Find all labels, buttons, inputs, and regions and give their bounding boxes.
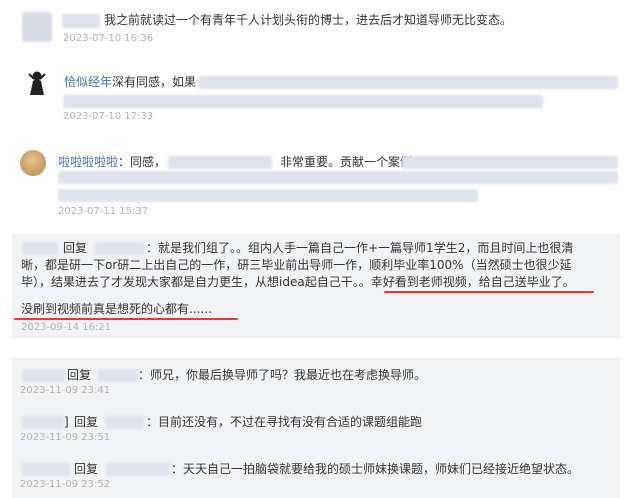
reply-text: ：天天自己一拍脑袋就要给我的硕士师妹换课题，师妹们已经接近绝望状态。 bbox=[171, 462, 580, 476]
reply-word: 回复 bbox=[74, 462, 99, 476]
comment-author[interactable]: 啦啦啦啦啦 bbox=[58, 155, 118, 169]
comment-timestamp: 2023-07-11 15:37 bbox=[58, 206, 149, 217]
username-redacted[interactable] bbox=[98, 369, 138, 382]
username-redacted[interactable] bbox=[106, 463, 170, 476]
redacted-text bbox=[63, 95, 543, 108]
avatar[interactable] bbox=[20, 150, 46, 176]
username-redacted[interactable] bbox=[22, 416, 64, 429]
comment-timestamp: 2023-07-10 16:36 bbox=[63, 33, 154, 44]
comment-timestamp: 2023-07-10 17:33 bbox=[63, 111, 154, 122]
comment-author[interactable]: 恰似经年 bbox=[64, 75, 112, 89]
reply-text: 毕），结果进去了才发现大家都是自力更生，从想idea起自己干。。幸好看到老师视频… bbox=[21, 275, 575, 289]
username-redacted[interactable] bbox=[106, 416, 144, 429]
username-redacted[interactable] bbox=[22, 242, 58, 255]
reply-text: ：师兄，你最后换导师了吗？我最近也在考虑换导师。 bbox=[138, 368, 427, 382]
username-redacted[interactable] bbox=[22, 463, 70, 476]
reply-text: ] bbox=[64, 415, 69, 429]
comment-line: 恰似经年深有同感，如果 bbox=[64, 75, 197, 89]
reply-text: 没刷到视频前真是想死的心都有...... bbox=[21, 302, 212, 316]
username-redacted[interactable] bbox=[62, 14, 100, 28]
reply-timestamp: 2023-11-09 23:51 bbox=[20, 432, 111, 443]
comment-thread: 我之前就读过一个有青年千人计划头衔的博士，进去后才知道导师无比变态。 2023-… bbox=[0, 0, 625, 498]
reply-timestamp: 2023-11-09 23:41 bbox=[20, 385, 111, 396]
comment-text: 我之前就读过一个有青年千人计划头衔的博士，进去后才知道导师无比变态。 bbox=[104, 13, 513, 27]
reply-text: ：就是我们组了。。组内人手一篇自己一作+一篇导师1学生2，而且时间上也很清 bbox=[146, 241, 574, 255]
username-redacted[interactable] bbox=[95, 242, 145, 255]
redacted-text bbox=[168, 156, 272, 169]
reply-word: 回复 bbox=[67, 368, 92, 382]
highlight-underline bbox=[384, 291, 594, 293]
reply-text: ：目前还没有，不过在寻找有没有合适的课题组能跑 bbox=[146, 415, 423, 429]
highlight-underline bbox=[14, 318, 238, 320]
reply-word: 回复 bbox=[63, 241, 88, 255]
avatar-figure-icon bbox=[28, 71, 46, 95]
reply-word: 回复 bbox=[74, 415, 99, 429]
username-redacted[interactable] bbox=[22, 369, 66, 382]
reply-text: 晰，都是研一下or研二上出自己的一作，研三毕业前出导师一作，顺利毕业率100%（… bbox=[21, 258, 572, 272]
reply-timestamp: 2023-09-14 16:21 bbox=[21, 322, 112, 333]
redacted-text bbox=[198, 76, 618, 89]
avatar[interactable] bbox=[22, 12, 52, 42]
reply-timestamp: 2023-11-09 23:52 bbox=[20, 479, 111, 490]
comment-line: 啦啦啦啦啦：同感， bbox=[58, 155, 167, 169]
redacted-text bbox=[58, 189, 478, 202]
redacted-text bbox=[402, 156, 618, 169]
avatar[interactable] bbox=[26, 70, 48, 96]
redacted-text bbox=[58, 171, 618, 184]
